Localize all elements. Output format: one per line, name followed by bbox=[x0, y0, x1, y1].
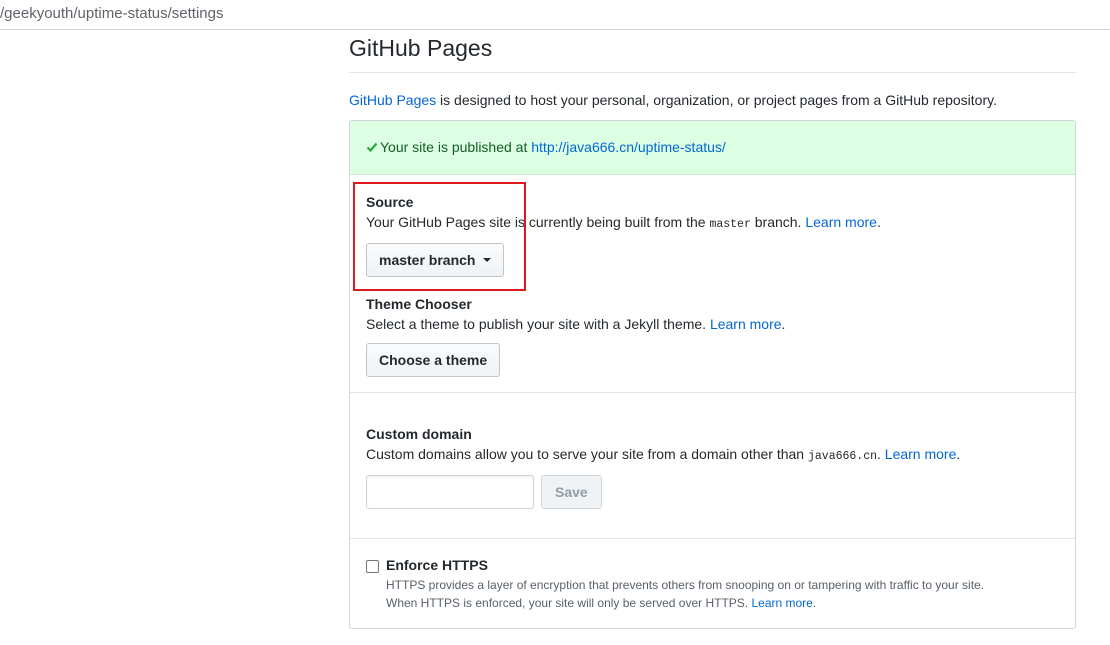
intro-text: GitHub Pages is designed to host your pe… bbox=[349, 90, 1076, 110]
https-learn-more-link[interactable]: Learn more bbox=[751, 596, 812, 610]
choose-theme-button[interactable]: Choose a theme bbox=[366, 343, 501, 377]
custom-domain-learn-more-link[interactable]: Learn more bbox=[885, 446, 957, 462]
custom-domain-period: . bbox=[956, 446, 961, 462]
source-heading: Source bbox=[366, 194, 414, 210]
theme-learn-more-link[interactable]: Learn more bbox=[710, 316, 782, 332]
published-text: Your site is published at bbox=[380, 139, 532, 155]
custom-domain-desc-after: . bbox=[877, 446, 885, 462]
check-icon bbox=[366, 122, 378, 175]
intro-description: is designed to host your personal, organ… bbox=[436, 92, 997, 108]
settings-main: GitHub Pages GitHub Pages is designed to… bbox=[349, 30, 1076, 629]
theme-desc-text: Select a theme to publish your site with… bbox=[366, 316, 710, 332]
theme-description: Select a theme to publish your site with… bbox=[366, 314, 1056, 335]
section-divider bbox=[350, 538, 1075, 539]
github-pages-settings-box: Your site is published at http://java666… bbox=[349, 120, 1076, 629]
section-divider bbox=[350, 392, 1075, 393]
source-period: . bbox=[876, 214, 881, 230]
https-section: Enforce HTTPS HTTPS provides a layer of … bbox=[386, 555, 1075, 612]
theme-section: Theme Chooser Select a theme to publish … bbox=[366, 294, 1056, 335]
enforce-https-label[interactable]: Enforce HTTPS bbox=[386, 555, 1075, 575]
url-text[interactable]: /geekyouth/uptime-status/settings bbox=[0, 5, 223, 22]
https-description-line1: HTTPS provides a layer of encryption tha… bbox=[386, 578, 985, 592]
source-description: Your GitHub Pages site is currently bein… bbox=[366, 212, 1056, 235]
caret-down-icon bbox=[483, 258, 492, 262]
https-desc-text: When HTTPS is enforced, your site will o… bbox=[386, 596, 752, 610]
published-site-link[interactable]: http://java666.cn/uptime-status/ bbox=[531, 139, 726, 155]
theme-period: . bbox=[781, 316, 786, 332]
published-flash: Your site is published at http://java666… bbox=[350, 121, 1075, 175]
source-section: Source Your GitHub Pages site is current… bbox=[366, 192, 1056, 235]
source-learn-more-link[interactable]: Learn more bbox=[805, 214, 877, 230]
enforce-https-checkbox[interactable] bbox=[366, 560, 379, 573]
source-branch-dropdown[interactable]: master branch bbox=[366, 243, 505, 277]
custom-domain-heading: Custom domain bbox=[366, 426, 472, 442]
page-title: GitHub Pages bbox=[349, 35, 1076, 73]
source-branch-code: master bbox=[709, 218, 751, 231]
save-button[interactable]: Save bbox=[541, 475, 602, 509]
custom-domain-code: java666.cn bbox=[807, 450, 877, 463]
https-period: . bbox=[812, 596, 817, 610]
source-desc-after: branch. bbox=[750, 214, 806, 230]
source-branch-label: master branch bbox=[379, 252, 476, 268]
address-bar[interactable]: /geekyouth/uptime-status/settings bbox=[0, 0, 1110, 30]
github-pages-link[interactable]: GitHub Pages bbox=[349, 92, 436, 108]
custom-domain-input[interactable] bbox=[366, 475, 534, 509]
custom-domain-section: Custom domain Custom domains allow you t… bbox=[366, 424, 1056, 467]
https-description-line2: When HTTPS is enforced, your site will o… bbox=[386, 594, 1075, 612]
custom-domain-desc-text: Custom domains allow you to serve your s… bbox=[366, 446, 808, 462]
source-desc-text: Your GitHub Pages site is currently bein… bbox=[366, 214, 710, 230]
custom-domain-description: Custom domains allow you to serve your s… bbox=[366, 444, 1056, 467]
theme-heading: Theme Chooser bbox=[366, 296, 472, 312]
